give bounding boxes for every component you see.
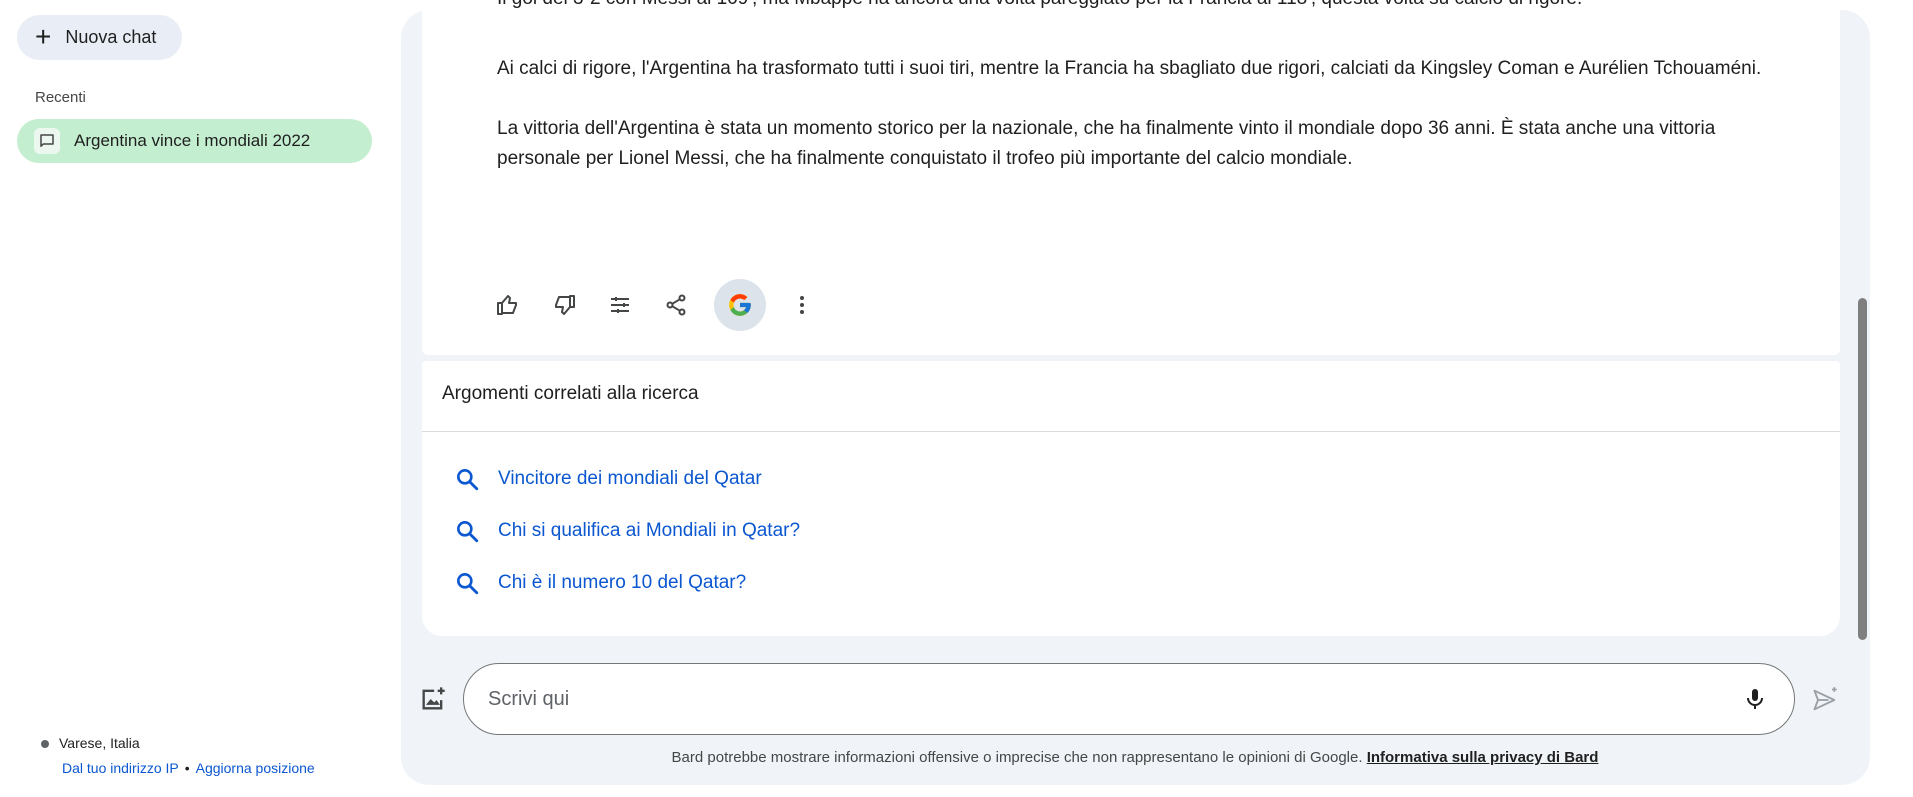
related-search-label: Chi si qualifica ai Mondiali in Qatar?: [498, 520, 801, 541]
location-links: Dal tuo indirizzo IP • Aggiorna posizione: [62, 760, 315, 776]
disclaimer-text: Bard potrebbe mostrare informazioni offe…: [671, 749, 1363, 766]
more-vert-icon: [800, 296, 804, 314]
thumb-down-icon: [555, 295, 575, 315]
scrollbar-thumb[interactable]: [1858, 298, 1867, 640]
thumb-up-icon: [497, 295, 517, 315]
modify-response-button[interactable]: [602, 287, 638, 323]
plus-icon: +: [35, 20, 52, 52]
thumb-down-button[interactable]: [546, 287, 582, 323]
location-dot-icon: [41, 740, 49, 749]
new-chat-button[interactable]: + Nuova chat: [17, 15, 183, 60]
related-search-item[interactable]: Chi è il numero 10 del Qatar?: [454, 570, 746, 596]
microphone-button[interactable]: [1740, 684, 1770, 714]
share-icon: [666, 294, 686, 316]
related-search-label: Chi è il numero 10 del Qatar?: [498, 572, 747, 593]
divider: [422, 431, 1840, 432]
response-paragraph: Ai calci di rigore, l'Argentina ha trasf…: [497, 58, 1762, 79]
search-icon: [457, 469, 479, 491]
recent-heading: Recenti: [35, 89, 86, 106]
send-button[interactable]: [1810, 685, 1840, 715]
share-button[interactable]: [658, 287, 694, 323]
related-searches-card: Argomenti correlati alla ricerca Vincito…: [422, 361, 1840, 636]
tune-icon: [611, 297, 629, 313]
response-clipped-line: Il gol del 3-2 con Messi al 109', ma Mba…: [497, 0, 1582, 14]
response-actions: [490, 279, 840, 331]
disclaimer: Bard potrebbe mostrare informazioni offe…: [420, 749, 1850, 766]
send-icon: [1813, 687, 1837, 711]
google-icon: [729, 294, 751, 316]
related-searches-title: Argomenti correlati alla ricerca: [442, 383, 699, 404]
related-search-item[interactable]: Vincitore dei mondiali del Qatar: [454, 466, 762, 492]
sidebar: + Nuova chat Recenti Argentina vince i m…: [0, 0, 400, 797]
search-icon: [457, 521, 479, 543]
location-separator: •: [184, 760, 190, 776]
upload-image-button[interactable]: [418, 684, 448, 714]
google-check-button[interactable]: [714, 279, 766, 331]
prompt-input[interactable]: [488, 687, 1740, 711]
location-place: Varese, Italia: [41, 735, 140, 751]
microphone-icon: [1747, 689, 1763, 709]
related-search-item[interactable]: Chi si qualifica ai Mondiali in Qatar?: [454, 518, 800, 544]
prompt-input-container: [463, 663, 1795, 735]
search-icon: [457, 573, 479, 595]
recent-chat-label: Argentina vince i mondiali 2022: [74, 131, 311, 150]
location-place-text: Varese, Italia: [59, 735, 140, 751]
recent-chat-item[interactable]: Argentina vince i mondiali 2022: [17, 119, 372, 163]
thumb-up-button[interactable]: [490, 287, 526, 323]
privacy-link[interactable]: Informativa sulla privacy di Bard: [1367, 749, 1599, 766]
response-text: Il gol del 3-2 con Messi al 109', ma Mba…: [497, 0, 1767, 204]
response-paragraph: La vittoria dell'Argentina è stata un mo…: [497, 118, 1716, 169]
related-search-label: Vincitore dei mondiali del Qatar: [498, 468, 762, 489]
update-location-link[interactable]: Aggiorna posizione: [196, 760, 315, 776]
ip-location-link[interactable]: Dal tuo indirizzo IP: [62, 760, 179, 776]
more-options-button[interactable]: [784, 287, 820, 323]
add-photo-icon: [422, 687, 445, 710]
new-chat-label: Nuova chat: [65, 27, 157, 47]
chat-bubble-icon: [34, 128, 60, 154]
